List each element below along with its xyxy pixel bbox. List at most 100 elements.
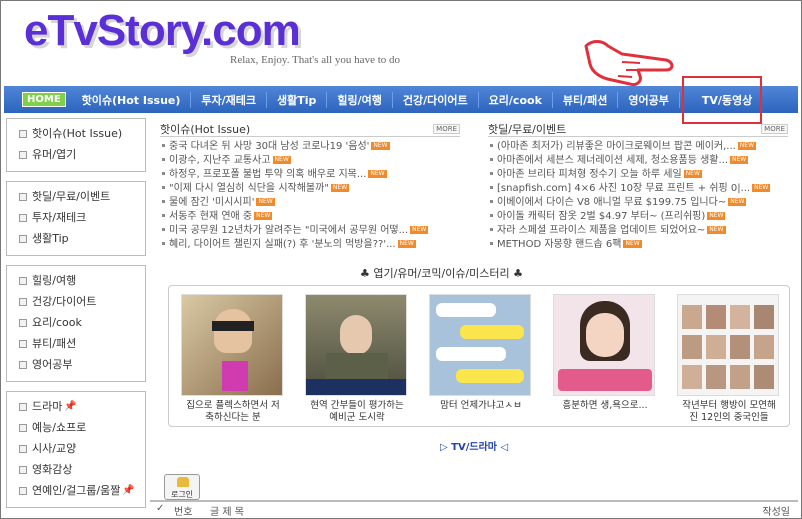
portrait-shape	[754, 305, 774, 329]
bullet-icon	[19, 276, 27, 285]
list-item[interactable]: METHOD 자몽향 핸드솝 6팩 NEW	[488, 238, 788, 252]
tv-video-highlight-box	[682, 76, 762, 124]
list-item[interactable]: 아마존 브리타 피쳐형 정수기 오늘 하루 세일 NEW	[488, 168, 788, 182]
sign-shape	[222, 361, 248, 391]
sidebar-item-variety[interactable]: 예능/쇼프로	[7, 417, 145, 438]
bullet-icon	[162, 199, 165, 203]
nav-health-diet[interactable]: 건강/다이어트	[391, 91, 478, 108]
nav-beauty-fashion[interactable]: 뷰티/패션	[551, 91, 618, 108]
bullet-icon	[162, 143, 165, 147]
bullet-icon	[490, 157, 493, 161]
sidebar-group-lifestyle: 힐링/여행 건강/다이어트 요리/cook 뷰티/패션 영어공부	[6, 265, 146, 382]
gallery-thumbnail[interactable]	[181, 294, 283, 396]
sidebar-item-movies[interactable]: 영화감상	[7, 459, 145, 480]
gallery-thumbnail[interactable]	[305, 294, 407, 396]
nav-hot-issue[interactable]: 핫이슈(Hot Issue)	[72, 92, 191, 108]
list-item[interactable]: "이제 다시 열심히 식단을 시작해볼까" NEW	[160, 182, 460, 196]
news-hot-issue: 핫이슈(Hot Issue) MORE 중국 다녀온 뒤 사망 30대 남성 코…	[160, 121, 460, 252]
list-item[interactable]: 하정우, 프로포폴 불법 투약 의혹 배우로 지목... NEW	[160, 168, 460, 182]
list-item[interactable]: 물에 잠긴 '미시시피' NEW	[160, 196, 460, 210]
tv-drama-link[interactable]: ▷ TV/드라마 ◁	[440, 438, 508, 453]
sidebar-item-life-tip[interactable]: 생활Tip	[7, 228, 145, 249]
site-logo[interactable]: eTvStory.com	[24, 6, 301, 56]
bullet-icon	[162, 185, 165, 189]
face-shape	[214, 309, 252, 353]
sidebar-group-tv: 드라마 📌 예능/쇼프로 시사/교양 영화감상 연예인/걸그룹/움짤 📌	[6, 391, 146, 508]
bullet-icon	[19, 318, 27, 327]
sidebar-item-humor[interactable]: 유머/엽기	[7, 144, 145, 165]
bullet-icon	[19, 423, 27, 432]
caption-bar-shape	[558, 369, 652, 391]
login-button[interactable]: 로그인	[164, 474, 200, 500]
news-hot-deals-list: (아마존 최저가) 리뷰좋은 마이크로웨이브 팝콘 메이커,... NEW 아마존…	[488, 140, 788, 252]
sidebar-item-beauty[interactable]: 뷰티/패션	[7, 333, 145, 354]
sidebar-item-drama[interactable]: 드라마 📌	[7, 396, 145, 417]
list-item[interactable]: 아이돌 캐릭터 잠옷 2벌 $4.97 부터~ (프리쉬핑) NEW	[488, 210, 788, 224]
pointing-hand-icon	[584, 40, 674, 86]
nav-healing-travel[interactable]: 힐링/여행	[326, 91, 392, 108]
list-item[interactable]: 중국 다녀온 뒤 사망 30대 남성 코로나19 '음성' NEW	[160, 140, 460, 154]
new-badge: NEW	[368, 170, 387, 178]
sidebar-item-hot-issue[interactable]: 핫이슈(Hot Issue)	[7, 123, 145, 144]
pin-icon: 📌	[122, 485, 135, 496]
sidebar-group-deals: 핫딜/무료/이벤트 투자/재테크 생활Tip	[6, 181, 146, 256]
gallery-card[interactable]: 현역 간부들이 평가하는 예비군 도시락	[305, 294, 409, 424]
sidebar-item-current-affairs[interactable]: 시사/교양	[7, 438, 145, 459]
gallery-section-title[interactable]: ♣ 엽기/유머/코믹/이슈/미스터리 ♣	[360, 265, 523, 281]
nav-home[interactable]: HOME	[22, 92, 66, 107]
gallery-thumbnail[interactable]	[429, 294, 531, 396]
sidebar-group-issue: 핫이슈(Hot Issue) 유머/엽기	[6, 118, 146, 172]
list-item[interactable]: 자라 스페셜 프라이스 제품을 업데이트 되었어요~ NEW	[488, 224, 788, 238]
list-item[interactable]: (아마존 최저가) 리뷰좋은 마이크로웨이브 팝콘 메이커,... NEW	[488, 140, 788, 154]
sidebar-item-healing[interactable]: 힐링/여행	[7, 270, 145, 291]
chat-bubble-shape	[436, 303, 496, 317]
board-header: ✓ 번호 글 제 목 작성일	[150, 500, 798, 518]
new-badge: NEW	[623, 240, 642, 248]
new-badge: NEW	[410, 226, 429, 234]
gallery-caption: 흥분하면 생,욕으로...	[562, 400, 648, 411]
nav-cook[interactable]: 요리/cook	[477, 91, 552, 108]
gallery-caption: 현역 간부들이 평가하는 예비군 도시락	[310, 400, 404, 423]
list-item[interactable]: 이광수, 지난주 교통사고 NEW	[160, 154, 460, 168]
sidebar-item-english[interactable]: 영어공부	[7, 354, 145, 375]
list-item[interactable]: 아마존에서 세븐스 제너레이션 세제, 청소용품등 생활... NEW	[488, 154, 788, 168]
list-item[interactable]: 미국 공무원 12년차가 알려주는 "미국에서 공무원 어떻... NEW	[160, 224, 460, 238]
new-badge: NEW	[256, 198, 275, 206]
news-hot-deals-title[interactable]: 핫딜/무료/이벤트	[488, 121, 566, 137]
sidebar-item-deals[interactable]: 핫딜/무료/이벤트	[7, 186, 145, 207]
new-badge: NEW	[737, 142, 757, 150]
sidebar-item-investment[interactable]: 투자/재테크	[7, 207, 145, 228]
nav-english[interactable]: 영어공부	[617, 91, 678, 108]
new-badge: NEW	[683, 170, 702, 178]
bullet-icon	[162, 227, 165, 231]
gallery-card[interactable]: 집으로 플렉스하면서 저 축하신다는 분	[181, 294, 285, 424]
bullet-icon	[19, 402, 27, 411]
gallery-card[interactable]: 흥분하면 생,욕으로...	[553, 294, 657, 412]
gallery-caption: 맘터 언제가냐고ㅅㅂ	[440, 400, 522, 411]
bullet-icon	[490, 171, 493, 175]
sidebar-item-cook[interactable]: 요리/cook	[7, 312, 145, 333]
chat-bubble-shape	[436, 347, 506, 361]
portrait-shape	[682, 335, 702, 359]
new-badge: NEW	[707, 212, 726, 220]
gallery-card[interactable]: 작년부터 행방이 모연해 진 12인의 중국인들	[677, 294, 781, 424]
news-hot-issue-title[interactable]: 핫이슈(Hot Issue)	[160, 121, 250, 137]
user-icon	[177, 477, 189, 487]
sidebar-item-health[interactable]: 건강/다이어트	[7, 291, 145, 312]
nav-investment[interactable]: 투자/재테크	[190, 91, 266, 108]
new-badge: NEW	[254, 212, 273, 220]
more-button[interactable]: MORE	[433, 123, 460, 134]
gallery-thumbnail[interactable]	[677, 294, 779, 396]
bullet-icon	[162, 171, 165, 175]
gallery-card[interactable]: 맘터 언제가냐고ㅅㅂ	[429, 294, 533, 412]
list-item[interactable]: 서동주 현재 연애 중 NEW	[160, 210, 460, 224]
nav-life-tip[interactable]: 생활Tip	[266, 91, 326, 108]
more-button[interactable]: MORE	[761, 123, 788, 134]
gallery-thumbnail[interactable]	[553, 294, 655, 396]
bullet-icon	[19, 444, 27, 453]
new-badge: NEW	[330, 184, 350, 192]
list-item[interactable]: 이베이에서 다이슨 V8 애니멀 무료 $199.75 입니다~ NEW	[488, 196, 788, 210]
sidebar-item-celebrity[interactable]: 연예인/걸그룹/움짤 📌	[7, 480, 145, 501]
list-item[interactable]: [snapfish.com] 4×6 사진 10장 무료 프린트 + 쉬핑 0|…	[488, 182, 788, 196]
list-item[interactable]: 혜리, 다이어트 챌린지 실패(?) 후 '분노의 먹방을??'... NEW	[160, 238, 460, 252]
